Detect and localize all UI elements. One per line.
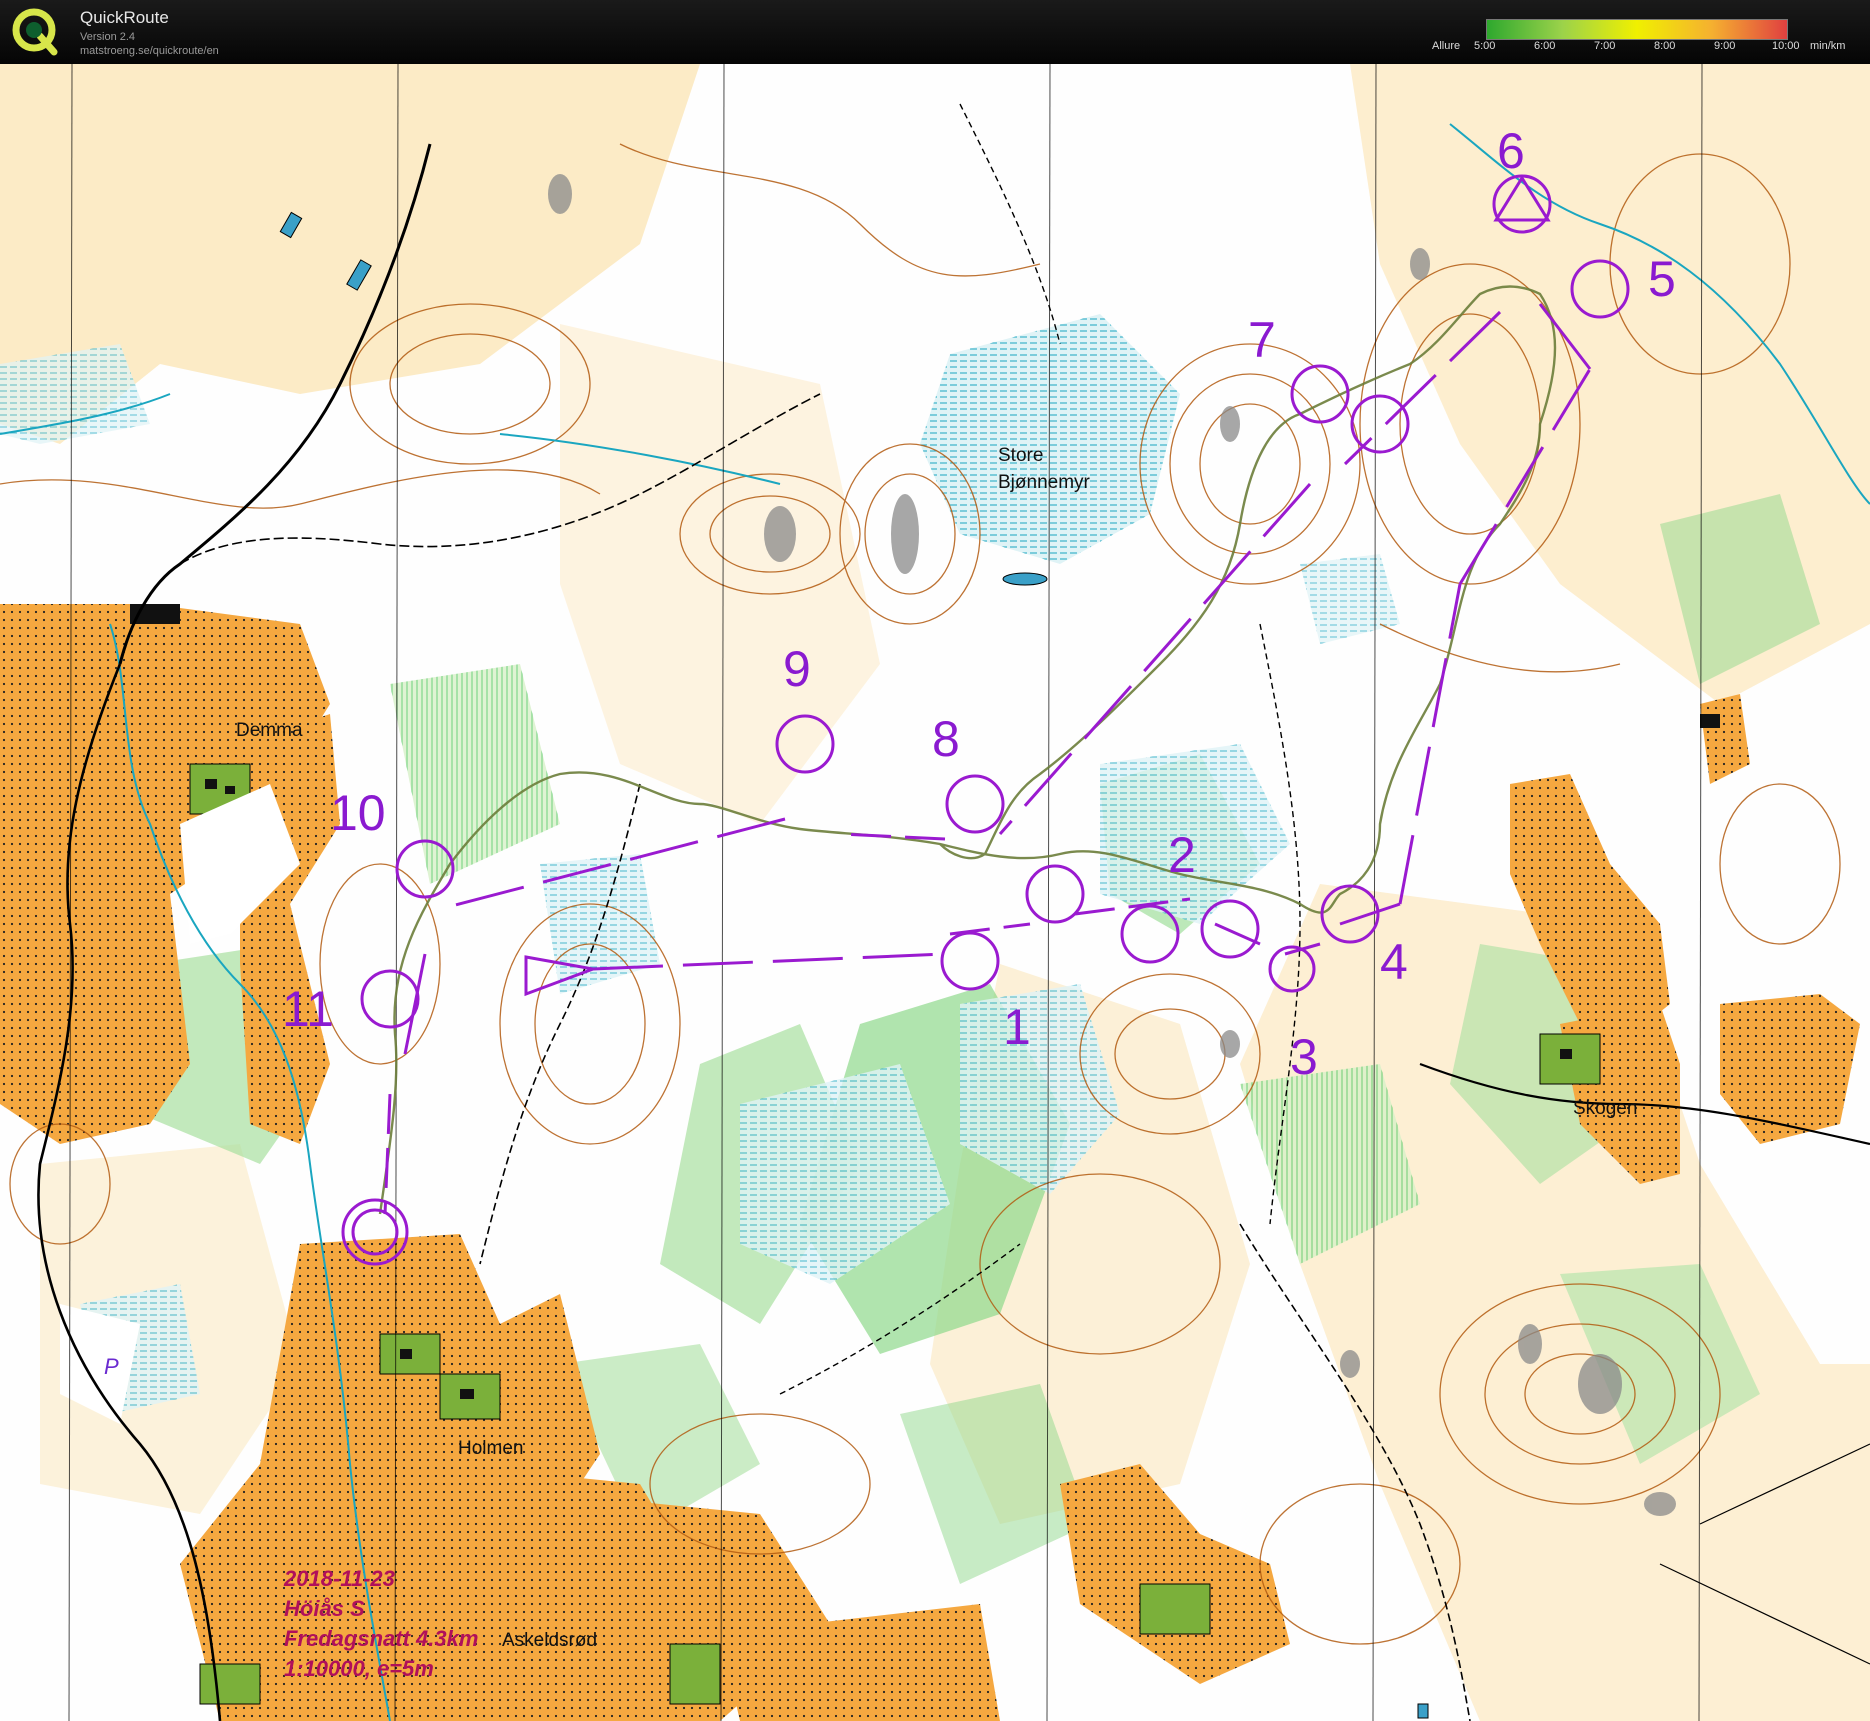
app-version: Version 2.4 <box>80 31 136 43</box>
control-number-3: 3 <box>1290 1029 1318 1085</box>
pace-tick: 9:00 <box>1714 40 1736 52</box>
pace-tick: 5:00 <box>1474 40 1496 52</box>
control-number-10: 10 <box>330 785 386 841</box>
place-name-demma: Demma <box>236 720 303 741</box>
control-number-11: 11 <box>282 981 334 1037</box>
app-title: QuickRoute <box>80 8 169 27</box>
control-number-6: 6 <box>1497 123 1525 179</box>
map-info-event: Höiås S <box>284 1596 365 1621</box>
map-info-name: Fredagsnatt 4.3km <box>284 1626 478 1651</box>
place-name-skogen: Skogen <box>1573 1098 1637 1119</box>
control-number-2: 2 <box>1168 827 1196 883</box>
pace-tick: 10:00 <box>1772 40 1800 52</box>
place-name-holmen: Holmen <box>458 1438 523 1459</box>
control-number-1: 1 <box>1003 999 1031 1055</box>
control-number-9: 9 <box>783 641 811 697</box>
place-name-store: Store <box>998 445 1043 466</box>
app-url[interactable]: matstroeng.se/quickroute/en <box>80 45 219 57</box>
orienteering-map[interactable]: 1 2 3 4 5 6 7 8 9 10 11 Store Bjønnemyr … <box>0 64 1870 1721</box>
pace-tick: 8:00 <box>1654 40 1676 52</box>
map-info-scale: 1:10000, e=5m <box>284 1656 434 1681</box>
parking-symbol: P <box>104 1354 119 1379</box>
control-number-7: 7 <box>1248 312 1276 368</box>
app-header: QuickRoute Version 2.4 matstroeng.se/qui… <box>0 0 1870 64</box>
quickroute-logo-icon <box>12 8 58 56</box>
pace-tick: 6:00 <box>1534 40 1556 52</box>
place-name-askeldsrod: Askeldsrød <box>502 1630 597 1651</box>
control-number-5: 5 <box>1648 251 1676 307</box>
control-number-8: 8 <box>932 711 960 767</box>
control-number-4: 4 <box>1380 934 1408 990</box>
pace-unit: min/km <box>1810 40 1846 52</box>
pace-legend-label: Allure <box>1432 40 1461 52</box>
pace-tick: 7:00 <box>1594 40 1616 52</box>
map-info-date: 2018-11-23 <box>283 1566 395 1591</box>
place-name-bjonnemyr: Bjønnemyr <box>998 472 1091 493</box>
pace-color-scale <box>1486 19 1788 40</box>
